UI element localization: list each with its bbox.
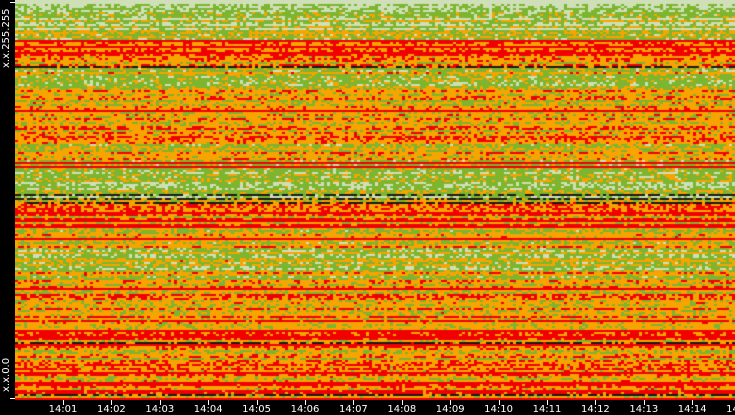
x-tick-label: 14:06 [290, 404, 320, 415]
x-tick-label: 14:01 [48, 404, 78, 415]
x-tick-label: 14:08 [387, 404, 417, 415]
x-tick-label: 14:15 [726, 404, 735, 415]
y-label-top-text: x.x.255.255 [1, 8, 12, 68]
x-tick-label: 14:05 [242, 404, 272, 415]
x-tick-label: 14:07 [338, 404, 368, 415]
x-tick-label: 14:09 [435, 404, 465, 415]
x-tick-label: 14:04 [193, 404, 223, 415]
x-tick-label: 14:11 [532, 404, 562, 415]
x-tick-label: 14:10 [484, 404, 514, 415]
y-tick-top [10, 2, 15, 3]
x-tick-label: 14:02 [96, 404, 126, 415]
x-tick-label: 14:14 [677, 404, 707, 415]
y-label-bottom-text: x.x.0.0 [1, 357, 12, 392]
x-tick-label: 14:12 [580, 404, 610, 415]
heatmap-canvas [15, 0, 735, 400]
x-tick-label: 14:03 [145, 404, 175, 415]
y-tick-bottom [10, 398, 15, 399]
x-tick-label: 14:13 [629, 404, 659, 415]
